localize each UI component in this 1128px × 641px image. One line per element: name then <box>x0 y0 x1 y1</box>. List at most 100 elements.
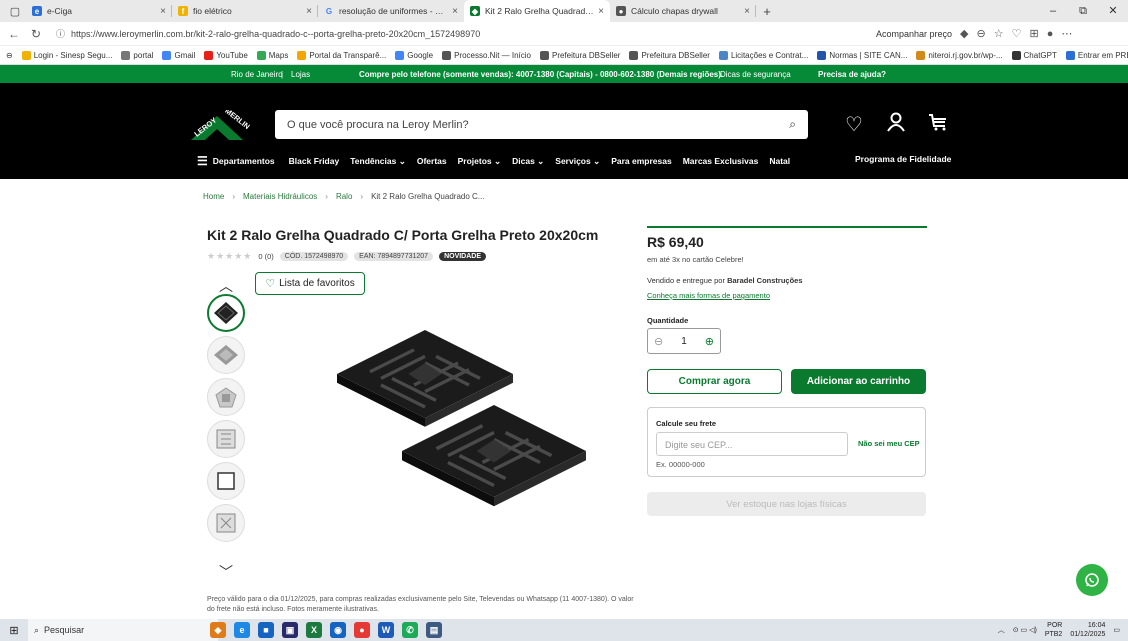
search-icon[interactable]: ⌕ <box>789 117 796 132</box>
rating-stars-icon[interactable]: ★★★★★ <box>207 251 252 262</box>
bookmark-item[interactable]: Portal da Transparê... <box>297 50 386 60</box>
loyalty-program-link[interactable]: Programa de Fidelidade <box>855 154 951 164</box>
menu-servicos[interactable]: Serviços ⌄ <box>555 156 600 167</box>
add-to-favorites-button[interactable]: ♡ Lista de favoritos <box>255 272 365 295</box>
close-tab-icon[interactable]: × <box>744 6 750 17</box>
menu-black-friday[interactable]: Black Friday <box>289 156 340 166</box>
breadcrumb-ralo[interactable]: Ralo <box>336 192 352 201</box>
search-input[interactable]: O que você procura na Leroy Merlin? ⌕ <box>275 110 808 139</box>
close-tab-icon[interactable]: × <box>160 6 166 17</box>
menu-projetos[interactable]: Projetos ⌄ <box>458 156 502 167</box>
app-icon[interactable]: ▣ <box>282 622 298 638</box>
city-selector[interactable]: Rio de Janeiro <box>231 70 283 79</box>
word-icon[interactable]: W <box>378 622 394 638</box>
tab-google-search[interactable]: G resolução de uniformes - Pesquis × <box>318 0 464 22</box>
cep-input[interactable]: Digite seu CEP... <box>656 432 848 456</box>
browser-essentials-icon[interactable]: ♡ <box>1012 27 1022 40</box>
tag-icon[interactable]: ◆ <box>960 27 968 40</box>
app-icon[interactable]: ■ <box>258 622 274 638</box>
tab-e-ciga[interactable]: e e-Ciga × <box>26 0 172 22</box>
bookmark-item[interactable]: Google <box>395 50 433 60</box>
bookmark-item[interactable]: portal <box>121 50 153 60</box>
thumbnail-6[interactable] <box>207 504 245 542</box>
breadcrumb-home[interactable]: Home <box>203 192 224 201</box>
close-tab-icon[interactable]: × <box>306 6 312 17</box>
notifications-icon[interactable]: ▭ <box>1113 626 1120 634</box>
plus-icon[interactable]: ⊕ <box>705 335 714 348</box>
breadcrumb-materiais[interactable]: Materiais Hidráulicos <box>243 192 317 201</box>
bookmark-item[interactable]: ChatGPT <box>1011 50 1057 60</box>
dont-know-cep-link[interactable]: Não sei meu CEP <box>858 439 920 448</box>
extensions-icon[interactable]: ⊖ <box>977 27 986 40</box>
tab-actions-icon[interactable]: ▢ <box>4 0 26 22</box>
heart-icon[interactable]: ♡ <box>843 112 865 138</box>
thumbnail-4[interactable] <box>207 420 245 458</box>
close-window-icon[interactable]: ✕ <box>1098 0 1128 22</box>
bookmark-item[interactable]: Login - Sinesp Segu... <box>21 50 112 60</box>
app-icon[interactable]: ▤ <box>426 622 442 638</box>
thumbnail-2[interactable] <box>207 336 245 374</box>
product-main-image[interactable] <box>317 320 617 585</box>
chevron-up-icon[interactable]: ︿ <box>209 276 243 296</box>
new-tab-button[interactable]: + <box>756 4 778 19</box>
chrome-icon[interactable]: ● <box>354 622 370 638</box>
whatsapp-icon[interactable] <box>1076 564 1108 596</box>
bookmark-item[interactable]: Licitações e Contrat... <box>718 50 808 60</box>
refresh-icon[interactable]: ↻ <box>28 27 44 41</box>
restore-icon[interactable]: ⧉ <box>1068 0 1098 22</box>
app-icon[interactable]: ◉ <box>330 622 346 638</box>
taskbar-search[interactable]: ⌕ Pesquisar <box>28 619 218 641</box>
whatsapp-app-icon[interactable]: ✆ <box>402 622 418 638</box>
tab-fio-eletrico[interactable]: f fio elétrico × <box>172 0 318 22</box>
excel-icon[interactable]: X <box>306 622 322 638</box>
safety-tips-link[interactable]: Dicas de segurança <box>720 70 791 79</box>
hamburger-icon[interactable]: ☰ <box>197 154 208 168</box>
close-tab-icon[interactable]: × <box>598 6 604 17</box>
thumbnail-1[interactable] <box>207 294 245 332</box>
thumbnail-5[interactable] <box>207 462 245 500</box>
add-to-cart-button[interactable]: Adicionar ao carrinho <box>791 369 926 394</box>
bookmark-item[interactable]: YouTube <box>204 50 248 60</box>
info-icon[interactable]: ⓘ <box>56 27 65 40</box>
cart-icon[interactable] <box>927 112 949 138</box>
menu-departamentos[interactable]: Departamentos <box>213 156 275 166</box>
close-tab-icon[interactable]: × <box>452 6 458 17</box>
url-field[interactable]: ⓘ https://www.leroymerlin.com.br/kit-2-r… <box>50 25 870 43</box>
back-icon[interactable]: ← <box>6 27 22 41</box>
app-icon[interactable]: ◆ <box>210 622 226 638</box>
tab-drywall[interactable]: ● Cálculo chapas drywall × <box>610 0 756 22</box>
rating-count[interactable]: 0 (0) <box>258 252 273 261</box>
bookmark-item[interactable]: Normas | SITE CAN... <box>817 50 907 60</box>
minimize-icon[interactable]: – <box>1038 0 1068 22</box>
buy-now-button[interactable]: Comprar agora <box>647 369 782 394</box>
tray-icons[interactable]: ⊙ ▭ ◁) <box>1013 626 1037 634</box>
menu-natal[interactable]: Natal <box>769 156 790 166</box>
bookmark-item[interactable]: Prefeitura DBSeller <box>539 50 620 60</box>
bookmark-item[interactable]: Maps <box>256 50 288 60</box>
tray-chevron-icon[interactable]: ︿ <box>998 625 1005 635</box>
clock[interactable]: 16:04 01/12/2025 <box>1070 621 1105 639</box>
favorite-star-icon[interactable]: ☆ <box>994 27 1004 40</box>
track-price-button[interactable]: Acompanhar preço <box>876 29 952 39</box>
keyboard-language[interactable]: POR PTB2 <box>1045 621 1063 639</box>
bookmark-item[interactable]: Prefeitura DBSeller <box>629 50 710 60</box>
stores-link[interactable]: Lojas <box>291 70 310 79</box>
minus-icon[interactable]: ⊖ <box>654 335 663 348</box>
menu-marcas-exclusivas[interactable]: Marcas Exclusivas <box>683 156 759 166</box>
bookmark-item[interactable]: Processo.Nit — Início <box>442 50 531 60</box>
check-stock-button[interactable]: Ver estoque nas lojas físicas <box>647 492 926 516</box>
quantity-value[interactable]: 1 <box>681 336 687 347</box>
bookmark-item[interactable]: Gmail <box>162 50 195 60</box>
bookmark-toggle-icon[interactable]: ⊖ <box>6 51 13 60</box>
seller-name[interactable]: Baradel Construções <box>727 276 802 285</box>
menu-ofertas[interactable]: Ofertas <box>417 156 447 166</box>
more-icon[interactable]: ⋯ <box>1061 27 1072 40</box>
thumbnail-3[interactable] <box>207 378 245 416</box>
payment-options-link[interactable]: Conheça mais formas de pagamento <box>647 291 770 300</box>
menu-dicas[interactable]: Dicas ⌄ <box>512 156 544 167</box>
tab-leroy-merlin[interactable]: ◆ Kit 2 Ralo Grelha Quadrado C/ Po × <box>464 0 610 22</box>
help-link[interactable]: Precisa de ajuda? <box>818 70 886 79</box>
collections-icon[interactable]: ⊞ <box>1029 27 1038 40</box>
profile-icon[interactable]: ● <box>1047 28 1054 40</box>
bookmark-item[interactable]: niteroi.rj.gov.br/wp-... <box>916 50 1003 60</box>
